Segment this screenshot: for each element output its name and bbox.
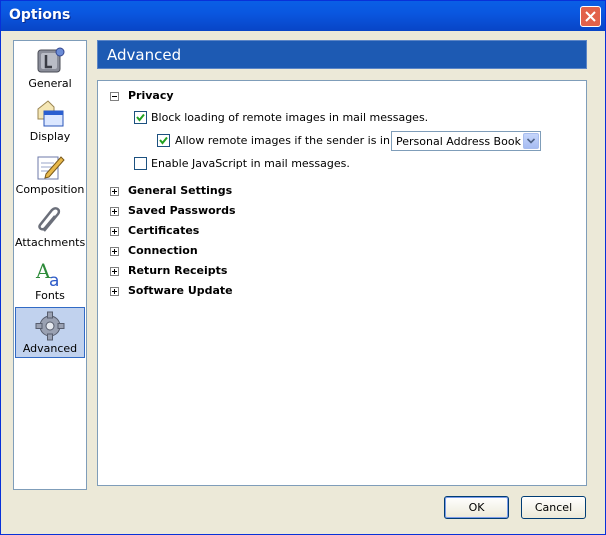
gear-icon [35,311,65,341]
certificates-expand-toggle[interactable] [110,227,119,236]
options-window: Options General Display Composition Atta… [0,0,606,535]
title-bar[interactable]: Options [1,1,605,31]
connection-expand-toggle[interactable] [110,247,119,256]
sidebar-item-display[interactable]: Display [15,95,85,146]
composition-icon [37,156,65,180]
close-icon [585,11,596,22]
svg-text:a: a [49,271,59,288]
close-button[interactable] [580,6,601,27]
advanced-panel: Privacy Block loading of remote images i… [97,80,587,486]
general-icon [37,47,65,73]
enable-javascript-label[interactable]: Enable JavaScript in mail messages. [151,157,350,170]
block-remote-images-label[interactable]: Block loading of remote images in mail m… [151,111,428,124]
sidebar-item-advanced[interactable]: Advanced [15,307,85,358]
allow-remote-images-checkbox[interactable] [157,134,170,147]
panel-header: Advanced [97,40,587,69]
block-remote-images-checkbox[interactable] [134,111,147,124]
section-return-receipts[interactable]: Return Receipts [128,264,227,277]
window-title: Options [9,7,71,23]
section-certificates[interactable]: Certificates [128,224,199,237]
sidebar-item-composition[interactable]: Composition [15,148,85,199]
enable-javascript-checkbox[interactable] [134,157,147,170]
dropdown-button[interactable] [523,133,539,149]
section-software-update[interactable]: Software Update [128,284,233,297]
page-title: Advanced [107,46,182,64]
sidebar-item-label: Display [29,130,71,143]
fonts-icon: A a [35,259,59,288]
paperclip-icon [38,207,61,232]
section-saved-passwords[interactable]: Saved Passwords [128,204,236,217]
section-connection[interactable]: Connection [128,244,198,257]
sidebar-item-attachments[interactable]: Attachments [15,201,85,252]
sidebar-item-label: General [28,77,72,90]
display-icon [37,100,64,127]
chevron-down-icon [527,138,535,144]
address-book-select-value: Personal Address Book [396,135,521,148]
privacy-collapse-toggle[interactable] [110,92,119,101]
category-sidebar: General Display Composition Attachments [13,40,87,490]
sidebar-item-label: Attachments [15,236,86,249]
ok-button[interactable]: OK [444,496,509,519]
saved-passwords-expand-toggle[interactable] [110,207,119,216]
section-privacy-heading[interactable]: Privacy [128,89,174,102]
allow-remote-images-label[interactable]: Allow remote images if the sender is in … [175,134,414,147]
sidebar-item-label: Advanced [22,342,78,355]
section-general-settings[interactable]: General Settings [128,184,232,197]
return-receipts-expand-toggle[interactable] [110,267,119,276]
sidebar-item-fonts[interactable]: A a Fonts [15,254,85,305]
sidebar-item-general[interactable]: General [15,42,85,93]
general-settings-expand-toggle[interactable] [110,187,119,196]
software-update-expand-toggle[interactable] [110,287,119,296]
sidebar-item-label: Fonts [35,289,65,302]
cancel-button[interactable]: Cancel [521,496,586,519]
address-book-select[interactable]: Personal Address Book [391,131,541,151]
checkmark-icon [136,113,145,122]
checkmark-icon [159,136,168,145]
sidebar-item-label: Composition [15,183,85,196]
